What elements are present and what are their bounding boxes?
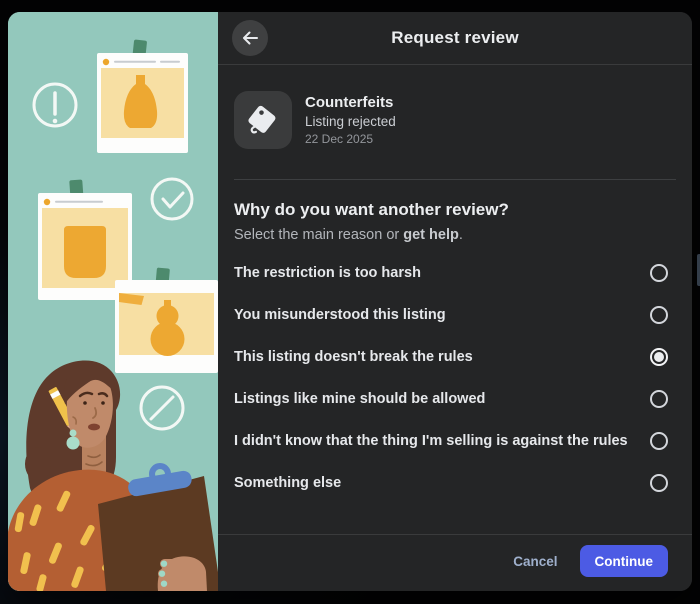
listing-card-bottle xyxy=(97,39,188,153)
option-label: This listing doesn't break the rules xyxy=(234,349,473,365)
option-label: Listings like mine should be allowed xyxy=(234,391,486,407)
question-heading: Why do you want another review? xyxy=(234,200,509,219)
radio-button[interactable] xyxy=(650,432,668,450)
listing-date: 22 Dec 2025 xyxy=(305,132,374,146)
back-arrow-icon xyxy=(243,31,258,45)
radio-button-selected[interactable] xyxy=(650,348,668,366)
request-review-dialog: Request review Counterfeits Listing reje… xyxy=(8,12,692,591)
dialog-content: Request review Counterfeits Listing reje… xyxy=(218,12,692,591)
cancel-button[interactable]: Cancel xyxy=(501,548,569,575)
reason-option-misunderstood-listing[interactable]: You misunderstood this listing xyxy=(218,294,692,336)
option-label: The restriction is too harsh xyxy=(234,265,421,281)
illustration-panel xyxy=(8,12,218,591)
radio-button[interactable] xyxy=(650,264,668,282)
radio-button[interactable] xyxy=(650,474,668,492)
reason-option-didnt-know-rules[interactable]: I didn't know that the thing I'm selling… xyxy=(218,420,692,462)
option-label: I didn't know that the thing I'm selling… xyxy=(234,433,628,449)
listing-summary: Counterfeits Listing rejected 22 Dec 202… xyxy=(218,65,692,149)
get-help-link[interactable]: get help xyxy=(403,227,459,243)
continue-button[interactable]: Continue xyxy=(579,545,668,577)
earring-icon xyxy=(69,429,77,437)
reason-option-restriction-too-harsh[interactable]: The restriction is too harsh xyxy=(218,252,692,294)
question-subtitle: Select the main reason or get help. xyxy=(218,221,692,245)
page-title: Request review xyxy=(391,28,519,47)
option-label: Something else xyxy=(234,475,342,491)
marketplace-review-illustration xyxy=(8,12,218,591)
option-label: You misunderstood this listing xyxy=(234,307,446,323)
listing-icon-tile xyxy=(234,91,292,149)
dialog-header: Request review xyxy=(218,12,692,65)
subtitle-text: Select the main reason or xyxy=(234,227,404,243)
reason-option-doesnt-break-rules[interactable]: This listing doesn't break the rules xyxy=(218,336,692,378)
reason-options-list: The restriction is too harsh You misunde… xyxy=(218,252,692,504)
radio-button[interactable] xyxy=(650,390,668,408)
reason-option-should-be-allowed[interactable]: Listings like mine should be allowed xyxy=(218,378,692,420)
radio-button[interactable] xyxy=(650,306,668,324)
dialog-footer: Cancel Continue xyxy=(218,534,692,591)
subtitle-period: . xyxy=(458,227,463,243)
tag-icon xyxy=(248,105,276,134)
listing-name: Counterfeits xyxy=(305,94,394,111)
reason-option-something-else[interactable]: Something else xyxy=(218,462,692,504)
listing-status: Listing rejected xyxy=(305,114,396,129)
back-button[interactable] xyxy=(232,20,268,56)
listing-card-gourd xyxy=(115,267,218,373)
listing-summary-text: Counterfeits Listing rejected 22 Dec 202… xyxy=(305,94,396,146)
